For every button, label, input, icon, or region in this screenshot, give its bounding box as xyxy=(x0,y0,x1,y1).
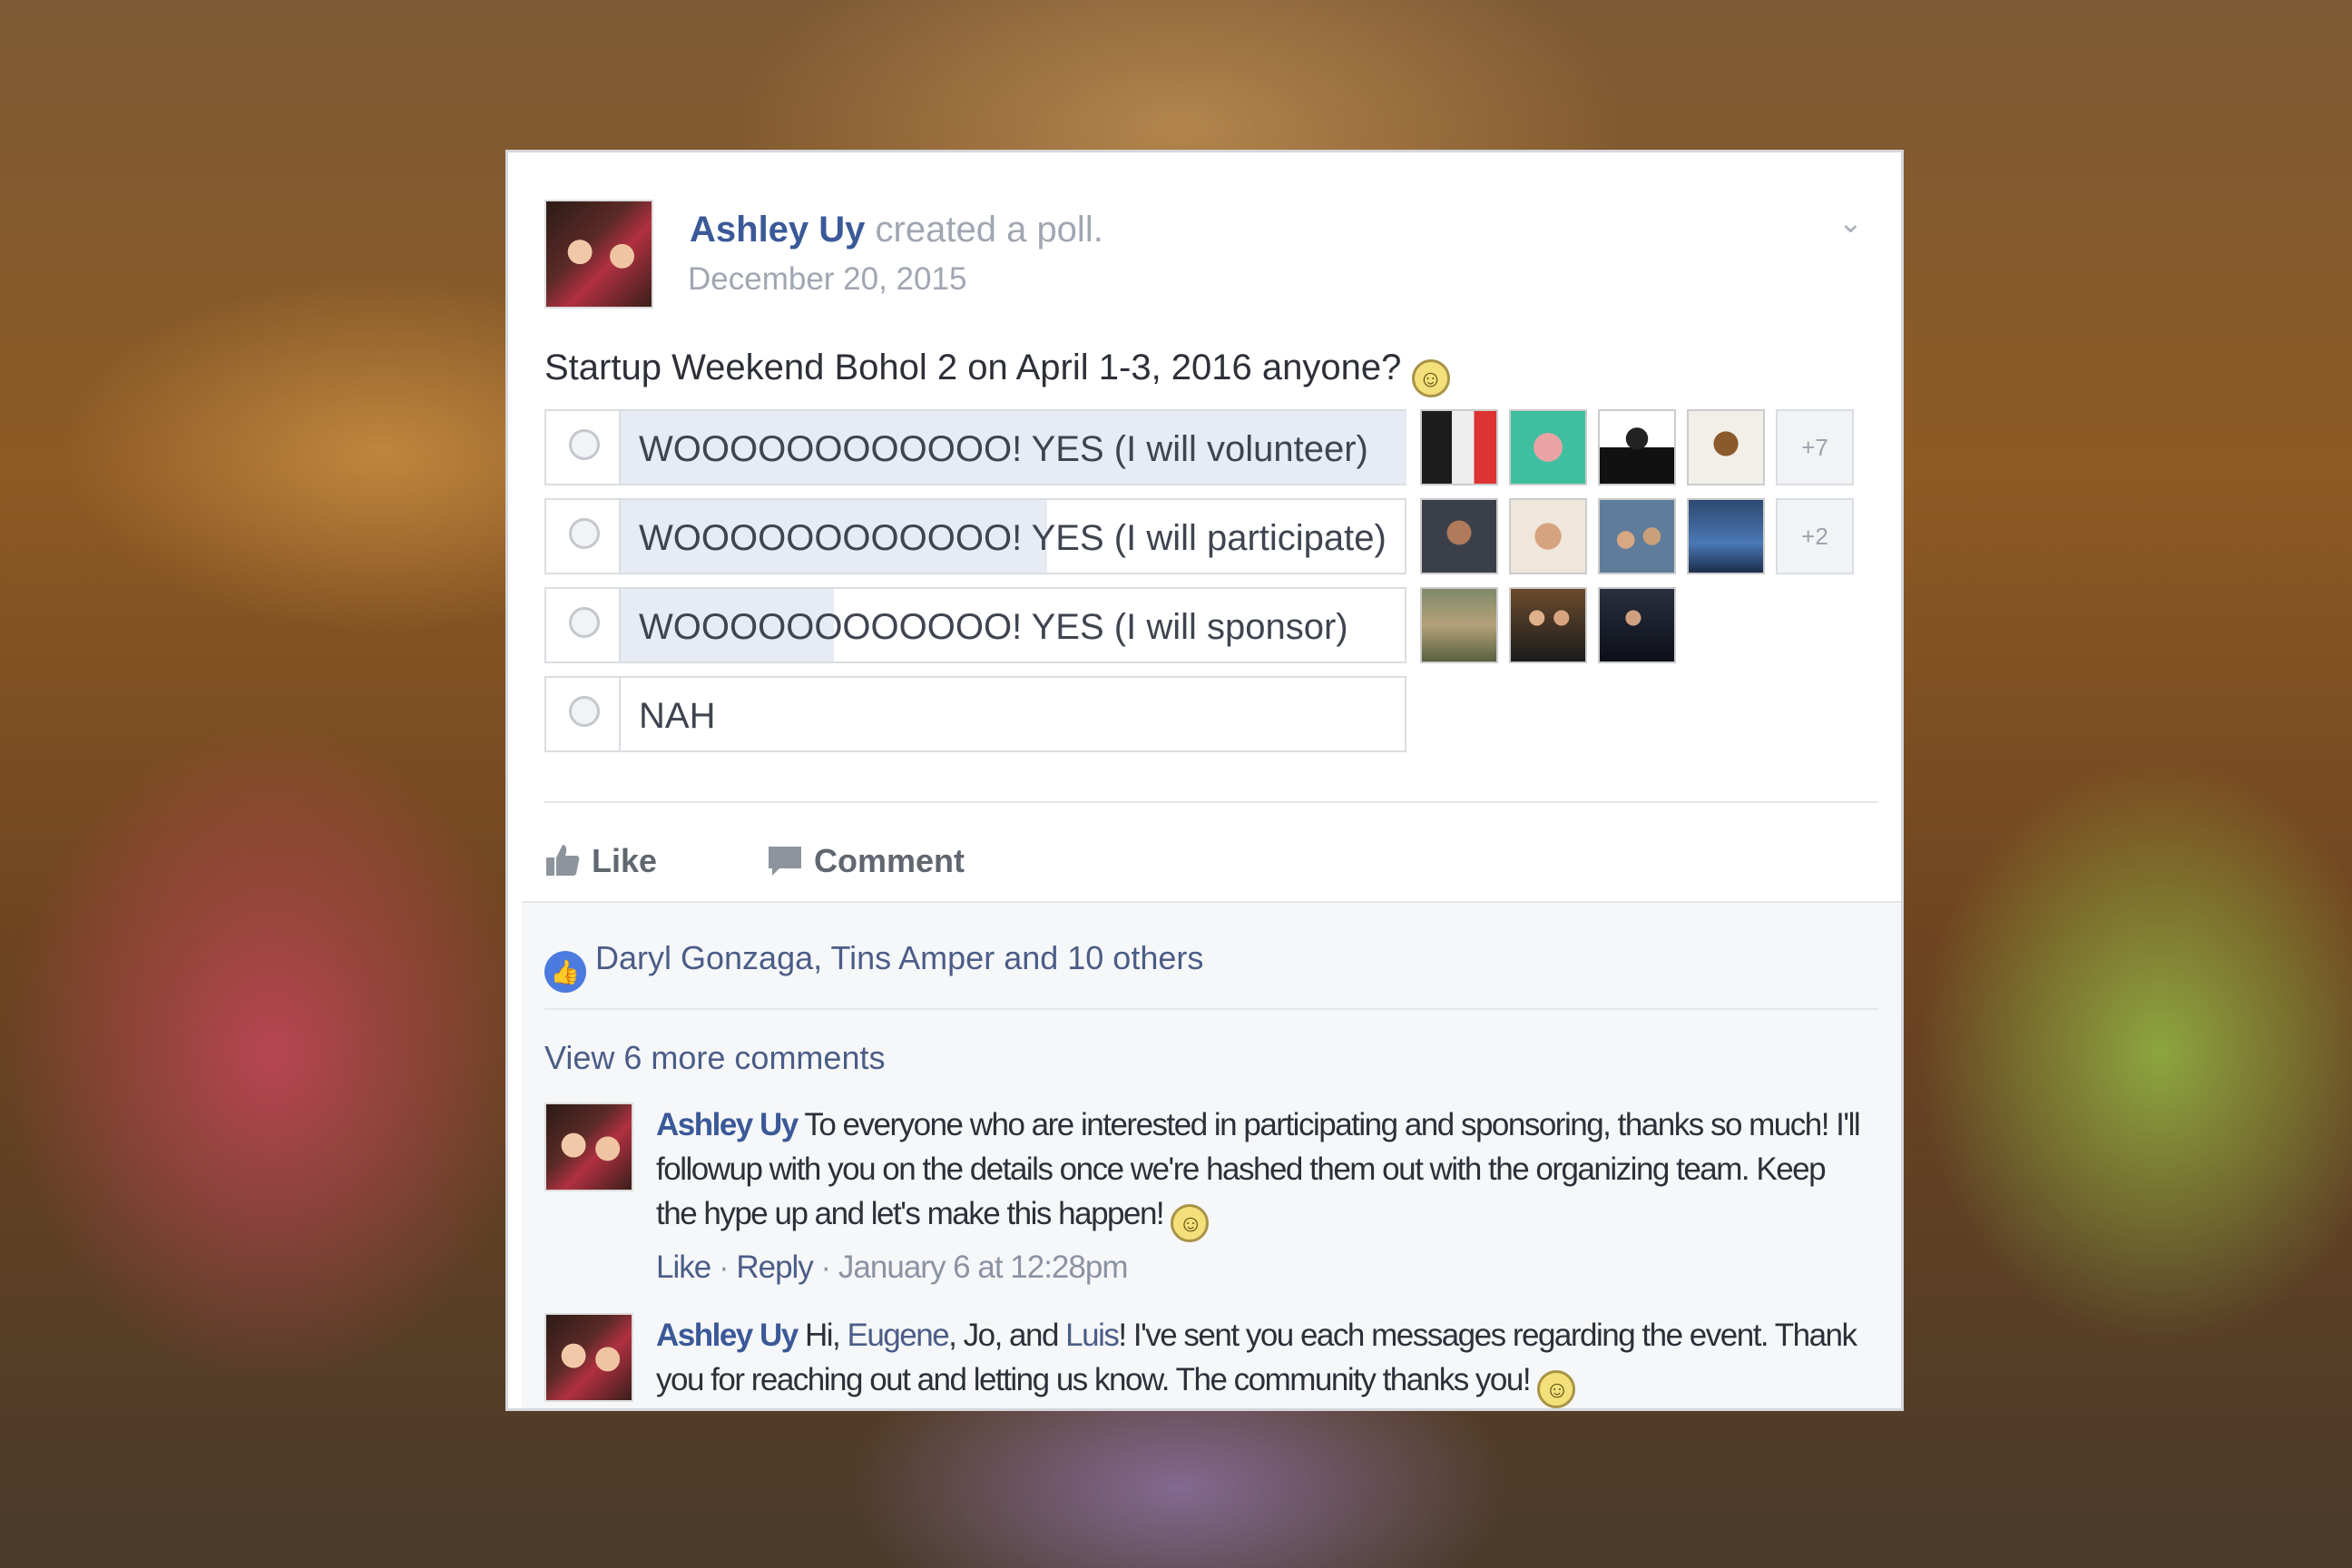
poll-option-label: NAH xyxy=(639,696,716,736)
post-action-text: created a poll. xyxy=(875,210,1103,250)
comment-text-mid: , Jo, and xyxy=(948,1318,1059,1353)
like-button[interactable]: Like xyxy=(544,842,657,886)
poll-option-sponsor[interactable]: WOOOOOOOOOOOO! YES (I will sponsor) xyxy=(544,587,1406,663)
post-date[interactable]: December 20, 2015 xyxy=(688,261,966,298)
poll-option-nah[interactable]: NAH xyxy=(544,676,1406,752)
more-voters-button[interactable]: +7 xyxy=(1776,409,1854,485)
commenter-name-link[interactable]: Ashley Uy xyxy=(656,1107,799,1142)
voter-avatar[interactable] xyxy=(1687,409,1765,485)
likes-summary[interactable]: 👍 Daryl Gonzaga, Tins Amper and 10 others xyxy=(544,939,1203,993)
commenter-name-link[interactable]: Ashley Uy xyxy=(656,1318,799,1353)
poll-option-participate[interactable]: WOOOOOOOOOOOO! YES (I will participate) xyxy=(544,498,1406,574)
comment-bubble-icon xyxy=(767,845,803,886)
radio-cell xyxy=(546,589,621,662)
poll-option-label: WOOOOOOOOOOOO! YES (I will sponsor) xyxy=(639,607,1348,647)
smiley-icon: ☺ xyxy=(1171,1204,1210,1242)
radio-cell xyxy=(546,500,621,573)
like-button-label: Like xyxy=(592,842,658,879)
poll-question-text: Startup Weekend Bohol 2 on April 1-3, 20… xyxy=(544,348,1402,387)
commenter-avatar[interactable] xyxy=(544,1313,633,1402)
voter-avatar[interactable] xyxy=(1598,587,1676,663)
radio-button[interactable] xyxy=(569,429,600,460)
poll-option-label: WOOOOOOOOOOOO! YES (I will volunteer) xyxy=(639,429,1368,469)
comment-item: Ashley Uy To everyone who are interested… xyxy=(544,1102,1865,1302)
voter-avatar[interactable] xyxy=(1598,498,1676,574)
post-content: ⌄ Ashley Uy created a poll. December 20,… xyxy=(522,166,1901,1408)
radio-button[interactable] xyxy=(569,696,600,727)
voter-avatar[interactable] xyxy=(1420,587,1498,663)
radio-cell xyxy=(546,678,621,750)
comment-text-prefix: Hi, xyxy=(804,1318,841,1353)
radio-button[interactable] xyxy=(569,607,600,638)
comment-meta: Like · Reply · January 6 at 12:28pm xyxy=(656,1250,1129,1285)
divider xyxy=(544,801,1878,803)
more-voters-button[interactable]: +2 xyxy=(1776,498,1854,574)
comments-section: 👍 Daryl Gonzaga, Tins Amper and 10 others… xyxy=(522,901,1901,1408)
comment-item: Ashley Uy Hi, Eugene, Jo, and Luis! I've… xyxy=(544,1313,1865,1408)
poll-post-card: ⌄ Ashley Uy created a poll. December 20,… xyxy=(505,150,1904,1411)
smiley-icon: ☺ xyxy=(1411,359,1450,397)
view-more-comments-link[interactable]: View 6 more comments xyxy=(544,1039,885,1077)
comment-button[interactable]: Comment xyxy=(767,842,965,886)
poll-option-label: WOOOOOOOOOOOO! YES (I will participate) xyxy=(639,518,1387,558)
voter-avatar[interactable] xyxy=(1420,409,1498,485)
smiley-icon: ☺ xyxy=(1537,1370,1576,1408)
like-badge-icon: 👍 xyxy=(544,951,586,993)
comment-like-link[interactable]: Like xyxy=(656,1250,711,1285)
author-name-link[interactable]: Ashley Uy xyxy=(690,210,865,250)
thumbs-up-icon xyxy=(544,843,581,886)
voter-avatar[interactable] xyxy=(1420,498,1498,574)
radio-cell xyxy=(546,411,621,484)
voter-avatar[interactable] xyxy=(1598,409,1676,485)
comment-text: To everyone who are interested in partic… xyxy=(656,1107,1861,1231)
post-header: Ashley Uy created a poll. xyxy=(690,210,1103,250)
poll-question: Startup Weekend Bohol 2 on April 1-3, 20… xyxy=(544,348,1450,397)
comment-button-label: Comment xyxy=(814,842,965,879)
mention-link[interactable]: Eugene xyxy=(848,1318,950,1353)
comment-body: Ashley Uy Hi, Eugene, Jo, and Luis! I've… xyxy=(656,1313,1865,1408)
voter-avatar[interactable] xyxy=(1509,409,1587,485)
mention-link[interactable]: Luis xyxy=(1065,1318,1120,1353)
likes-summary-text: Daryl Gonzaga, Tins Amper and 10 others xyxy=(595,939,1204,976)
comment-reply-link[interactable]: Reply xyxy=(736,1250,813,1285)
voter-avatar[interactable] xyxy=(1687,498,1765,574)
poll-option-volunteer[interactable]: WOOOOOOOOOOOO! YES (I will volunteer) xyxy=(544,409,1406,485)
commenter-avatar[interactable] xyxy=(544,1102,633,1191)
author-avatar[interactable] xyxy=(544,200,653,309)
comment-timestamp[interactable]: January 6 at 12:28pm xyxy=(838,1250,1129,1285)
post-options-chevron-icon[interactable]: ⌄ xyxy=(1838,208,1863,237)
voter-avatar[interactable] xyxy=(1509,587,1587,663)
comment-body: Ashley Uy To everyone who are interested… xyxy=(656,1102,1865,1242)
radio-button[interactable] xyxy=(569,518,600,549)
divider xyxy=(544,1008,1878,1010)
voter-avatar[interactable] xyxy=(1509,498,1587,574)
